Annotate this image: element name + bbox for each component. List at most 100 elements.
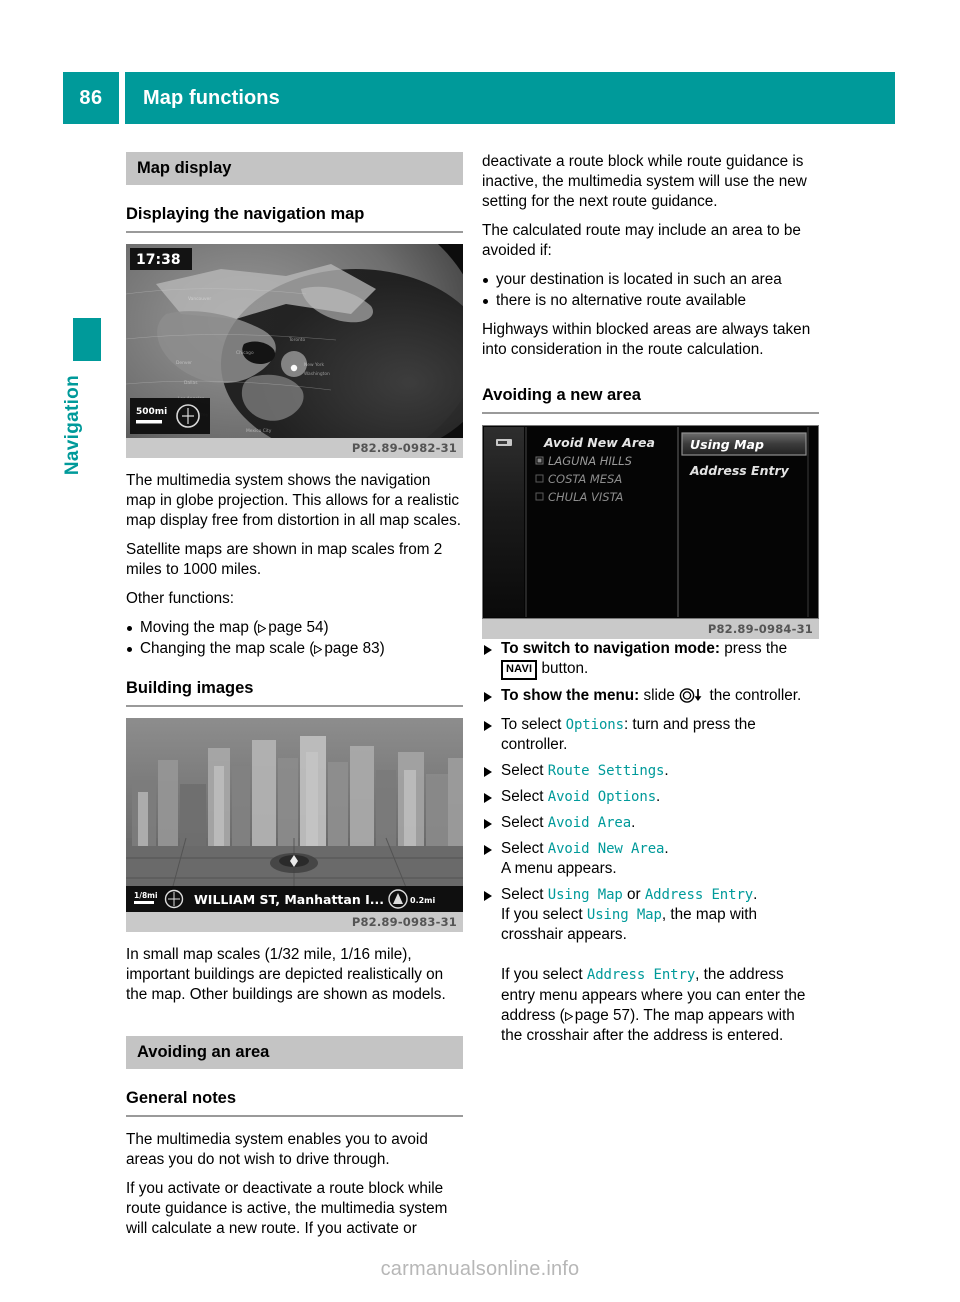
- step-text: .: [753, 886, 758, 904]
- figure-caption: P82.89-0982-31: [126, 437, 463, 458]
- svg-text:Toronto: Toronto: [288, 337, 306, 343]
- subheading-rule: [126, 1114, 463, 1117]
- instruction-step: Select Avoid Area.: [482, 813, 819, 833]
- svg-text:COSTA MESA: COSTA MESA: [548, 472, 622, 486]
- svg-text:Mexico City: Mexico City: [246, 428, 272, 434]
- page-ref-icon: [314, 644, 323, 654]
- svg-text:17:38: 17:38: [136, 252, 181, 268]
- step-text: press the: [719, 640, 788, 658]
- page-ref-number: 83: [362, 639, 380, 657]
- step-emphasis: To show the menu:: [501, 687, 640, 705]
- step-text: A menu appears.: [501, 860, 617, 878]
- list-item-text-after: ): [323, 618, 329, 636]
- ui-term: Using Map: [547, 887, 623, 904]
- subheading-rule: [126, 704, 463, 707]
- paragraph: If you activate or deactivate a route bl…: [126, 1179, 448, 1237]
- building-map-image: 1/8mi WILLIAM ST, Manhattan I... 0.2mi: [126, 717, 463, 912]
- instruction-step: To select Options: turn and press the co…: [482, 715, 819, 755]
- step-text: slide: [639, 687, 680, 705]
- step-text: .: [664, 840, 669, 858]
- step-text: .: [631, 814, 636, 832]
- step-text: Select: [501, 762, 548, 780]
- figure-avoid-new-area-menu: Avoid New Area LAGUNA HILLS COSTA MESA C…: [482, 425, 819, 640]
- subheading-general-notes: General notes: [126, 1088, 237, 1107]
- page-number: 86: [63, 72, 119, 124]
- svg-text:CHULA VISTA: CHULA VISTA: [548, 490, 624, 504]
- instruction-step: To switch to navigation mode: press the …: [482, 639, 819, 681]
- ui-term: Route Settings: [547, 763, 665, 780]
- step-text: If you select: [501, 906, 587, 924]
- step-text: the controller.: [705, 687, 802, 705]
- list-item-text-after: ): [379, 639, 385, 657]
- subheading-displaying-map: Displaying the navigation map: [126, 204, 365, 223]
- paragraph: In small map scales (1/32 mile, 1/16 mil…: [126, 945, 446, 1003]
- step-emphasis: To switch to navigation mode:: [501, 640, 720, 658]
- subheading-rule: [126, 230, 463, 233]
- svg-text:Using Map: Using Map: [690, 437, 764, 452]
- svg-text:0.2mi: 0.2mi: [410, 896, 436, 905]
- step-text: button.: [537, 660, 589, 678]
- paragraph: deactivate a route block while route gui…: [482, 153, 807, 211]
- instruction-step: Select Using Map or Address Entry. If you…: [482, 885, 819, 1045]
- subheading-avoiding-new-area: Avoiding a new area: [482, 386, 641, 405]
- instruction-step: To show the menu: slide the controller.: [482, 686, 819, 709]
- ui-term: Avoid Options: [547, 789, 657, 806]
- svg-text:Chicago: Chicago: [236, 350, 254, 356]
- ui-term: Options: [565, 717, 624, 734]
- chapter-tab-marker: [73, 318, 101, 361]
- svg-text:WILLIAM ST, Manhattan I...: WILLIAM ST, Manhattan I...: [194, 892, 384, 907]
- svg-text:New York: New York: [304, 362, 325, 368]
- list-item: your destination is located in such an a…: [482, 270, 819, 290]
- paragraph: The calculated route may include an area…: [482, 222, 801, 260]
- other-functions-list: Moving the map (page 54) Changing the ma…: [126, 618, 463, 659]
- page-ref-word: page: [324, 639, 359, 657]
- list-item: there is no alternative route available: [482, 291, 819, 311]
- ui-term: Address Entry: [644, 887, 754, 904]
- right-column: deactivate a route block while route gui…: [482, 152, 819, 1052]
- svg-text:Avoid New Area: Avoid New Area: [543, 435, 655, 450]
- watermark: carmanualsonline.info: [380, 1258, 580, 1280]
- paragraph: Satellite maps are shown in map scales f…: [126, 540, 443, 578]
- page-ref-icon: [258, 623, 267, 633]
- list-item-text-before: Moving the map (: [140, 618, 259, 636]
- svg-text:Denver: Denver: [176, 360, 192, 366]
- step-text: If you select: [501, 966, 587, 984]
- svg-text:Washington: Washington: [304, 371, 330, 377]
- svg-text:Address Entry: Address Entry: [689, 463, 790, 478]
- ui-term: Avoid New Area: [547, 841, 665, 858]
- subheading-rule: [482, 412, 819, 415]
- svg-text:LAGUNA HILLS: LAGUNA HILLS: [548, 454, 632, 468]
- page-ref-text: page 57: [574, 1006, 631, 1024]
- figure-building-images: 1/8mi WILLIAM ST, Manhattan I... 0.2mi P…: [126, 717, 463, 932]
- step-text: To select: [501, 716, 566, 734]
- step-text: Select: [501, 788, 548, 806]
- instruction-steps: To switch to navigation mode: press the …: [482, 639, 819, 1046]
- step-text: Select: [501, 886, 548, 904]
- svg-text:500mi: 500mi: [136, 407, 167, 417]
- paragraph: Highways within blocked areas are always…: [482, 321, 811, 359]
- globe-map-image: Vancouver Denver Dallas Los Angeles Mont…: [126, 243, 463, 438]
- paragraph: The multimedia system enables you to avo…: [126, 1130, 428, 1168]
- svg-text:1/8mi: 1/8mi: [134, 891, 158, 900]
- figure-navigation-map: Vancouver Denver Dallas Los Angeles Mont…: [126, 243, 463, 458]
- page-title: Map functions: [125, 72, 895, 124]
- chapter-label: Navigation: [62, 375, 83, 476]
- ui-term: Address Entry: [586, 967, 696, 984]
- section-heading-map-display: Map display: [126, 152, 463, 185]
- subheading-building-images: Building images: [126, 679, 254, 698]
- list-item-text-before: Changing the map scale (: [140, 639, 315, 657]
- figure-caption: P82.89-0983-31: [126, 911, 463, 932]
- step-text: or: [622, 886, 645, 904]
- page-ref-icon: [564, 1011, 573, 1021]
- controller-down-icon: [679, 688, 705, 709]
- list-item: Moving the map (page 54): [126, 618, 463, 638]
- step-text: Select: [501, 814, 548, 832]
- ui-term: Avoid Area: [547, 815, 632, 832]
- avoid-new-area-screenshot: Avoid New Area LAGUNA HILLS COSTA MESA C…: [482, 425, 819, 620]
- paragraph: Other functions:: [126, 589, 234, 607]
- page-ref-number: 54: [306, 618, 324, 636]
- page-reference: page 57: [564, 1006, 631, 1024]
- svg-text:Vancouver: Vancouver: [188, 296, 211, 302]
- navi-button-key: NAVI: [501, 660, 538, 681]
- step-text: Select: [501, 840, 548, 858]
